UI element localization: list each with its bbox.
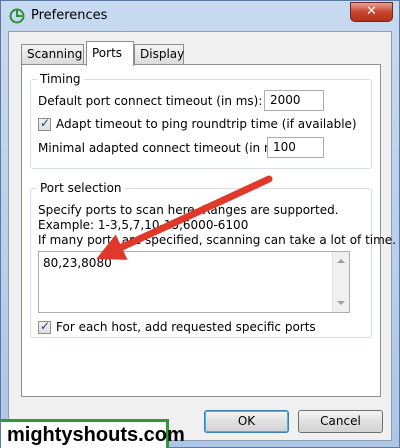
watermark: mightyshouts.com bbox=[1, 419, 185, 448]
each-host-checkbox[interactable]: ✓ bbox=[38, 319, 51, 334]
ports-textarea[interactable]: 80,23,8080 bbox=[38, 251, 350, 313]
minimal-timeout-label: Minimal adapted connect timeout (in ms): bbox=[38, 141, 291, 155]
ports-scrollbar[interactable] bbox=[332, 252, 349, 312]
adapt-timeout-checkbox[interactable]: ✓ bbox=[38, 116, 51, 131]
window-title: Preferences bbox=[31, 8, 108, 23]
cancel-button[interactable]: Cancel bbox=[298, 410, 383, 433]
port-help-line-1: Specify ports to scan here. Ranges are s… bbox=[38, 203, 339, 217]
watermark-text: mightyshouts.com bbox=[7, 424, 185, 446]
ok-button[interactable]: OK bbox=[204, 410, 289, 433]
app-icon bbox=[9, 8, 25, 24]
checkmark-icon: ✓ bbox=[40, 319, 51, 333]
scroll-down-icon[interactable] bbox=[337, 301, 345, 305]
default-timeout-field[interactable]: 2000 bbox=[264, 90, 324, 111]
preferences-window: Preferences ✕ Scanning Ports Display Tim… bbox=[0, 0, 400, 448]
ports-tab-panel: Timing Default port connect timeout (in … bbox=[21, 64, 396, 397]
port-selection-group: Port selection Specify ports to scan her… bbox=[30, 181, 396, 338]
close-button[interactable]: ✕ bbox=[350, 2, 393, 22]
port-selection-legend: Port selection bbox=[37, 181, 125, 195]
ports-value: 80,23,8080 bbox=[43, 256, 112, 270]
port-help-line-3: If many ports are specified, scanning ca… bbox=[38, 233, 397, 247]
port-help-line-2: Example: 1-3,5,7,10-15,6000-6100 bbox=[38, 218, 249, 232]
adapt-timeout-label: Adapt timeout to ping roundtrip time (if… bbox=[56, 117, 357, 131]
minimal-timeout-field[interactable]: 100 bbox=[267, 137, 324, 158]
checkmark-icon: ✓ bbox=[40, 116, 51, 130]
scroll-up-icon[interactable] bbox=[337, 259, 345, 263]
each-host-label: For each host, add requested specific po… bbox=[56, 320, 316, 334]
tab-scanning[interactable]: Scanning bbox=[21, 44, 84, 65]
timing-group: Timing Default port connect timeout (in … bbox=[30, 72, 372, 169]
dialog-body: Scanning Ports Display Timing Default po… bbox=[8, 31, 396, 441]
default-timeout-label: Default port connect timeout (in ms): bbox=[38, 94, 263, 108]
timing-legend: Timing bbox=[37, 72, 84, 86]
tab-ports[interactable]: Ports bbox=[86, 41, 134, 66]
tab-display[interactable]: Display bbox=[134, 44, 184, 65]
title-bar[interactable]: Preferences ✕ bbox=[1, 1, 399, 31]
